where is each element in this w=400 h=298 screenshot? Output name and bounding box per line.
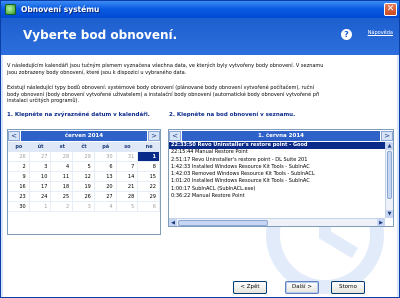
calendar-day[interactable]: 18 [51,182,74,192]
calendar-day[interactable]: 20 [94,182,117,192]
calendar-day-header: čt [73,142,95,152]
calendar-day[interactable]: 29 [138,192,160,202]
list-items: 22:33:50 Revo Uninstaller's restore poin… [169,142,385,218]
step1-label: 1. Klepněte na zvýrazněné datum v kalend… [7,112,150,118]
scroll-thumb[interactable] [387,151,392,199]
restore-point-item[interactable]: 0:36:22 Manual Restore Point [169,193,385,200]
calendar-day-header: st [51,142,74,152]
calendar-day[interactable]: 21 [116,182,139,192]
system-restore-window: Obnovení systému ✕ Vyberte bod obnovení.… [0,0,400,298]
restore-point-list: < 1. června 2014 > 22:33:50 Revo Uninsta… [168,129,394,227]
calendar-day[interactable]: 14 [116,172,139,182]
calendar-day[interactable]: 2 [51,202,74,212]
list-next-button[interactable]: > [381,131,393,141]
calendar-day[interactable]: 28 [51,152,74,162]
restore-point-item[interactable]: 22:33:50 Revo Uninstaller's restore poin… [169,142,385,150]
restore-point-item[interactable]: 1:42:03 Removed Windows Resource Kit Too… [169,171,385,178]
cancel-button[interactable]: Storno [331,281,365,294]
calendar-day[interactable]: 30 [94,152,117,162]
calendar-day-header: so [116,142,139,152]
calendar-day[interactable]: 11 [51,172,74,182]
calendar-header: < červen 2014 > [8,130,160,142]
calendar-day[interactable]: 9 [8,172,30,182]
page-title: Vyberte bod obnovení. [23,28,178,42]
hscroll-thumb[interactable] [178,220,268,226]
calendar-day-header: po [8,142,30,152]
calendar-day[interactable]: 7 [116,162,139,172]
restore-point-item[interactable]: 22:15:44 Manual Restore Point [169,149,385,156]
calendar-month-label: červen 2014 [21,131,147,141]
help-link[interactable]: Nápověda [368,30,393,36]
calendar-day[interactable]: 26 [8,152,30,162]
calendar-day[interactable]: 3 [73,202,95,212]
calendar-day[interactable]: 15 [138,172,160,182]
calendar-next-button[interactable]: > [148,131,160,141]
calendar-day[interactable]: 25 [51,192,74,202]
window-title: Obnovení systému [21,5,100,14]
restore-point-item[interactable]: 1:42:33 Installed Windows Resource Kit T… [169,164,385,171]
calendar-day[interactable]: 29 [73,152,95,162]
calendar-day[interactable]: 28 [116,192,139,202]
calendar-day-header: út [29,142,52,152]
calendar-prev-button[interactable]: < [8,131,20,141]
calendar-day[interactable]: 22 [138,182,160,192]
scroll-right-icon[interactable]: ▶ [377,219,385,226]
list-header: < 1. června 2014 > [169,130,393,142]
calendar-day[interactable]: 27 [94,192,117,202]
calendar-day[interactable]: 5 [73,162,95,172]
scroll-up-icon[interactable]: ▲ [386,142,393,150]
calendar-day[interactable]: 1 [29,202,52,212]
header-banner: Vyberte bod obnovení. ? Nápověda [1,18,399,55]
system-restore-icon [5,4,16,15]
help-icon[interactable]: ? [341,29,352,40]
intro-paragraph-2: Existují následující typy bodů obnovení:… [7,85,320,105]
restore-point-item[interactable]: 1:00:17 SubInACL (SubInACL.exe) [169,186,385,193]
scroll-down-icon[interactable]: ▼ [386,210,393,218]
calendar-day[interactable]: 30 [8,202,30,212]
back-button[interactable]: < Zpět [233,281,267,294]
title-bar[interactable]: Obnovení systému ✕ [1,1,399,18]
scroll-left-icon[interactable]: ◀ [169,219,177,226]
horizontal-scrollbar[interactable]: ◀ ▶ [169,218,385,226]
calendar-day[interactable]: 4 [94,202,117,212]
main-content: V následujícím kalendáři jsou tučným pís… [3,55,397,297]
restore-point-item[interactable]: 2:51:17 Revo Uninstaller's restore point… [169,157,385,164]
calendar-day[interactable]: 16 [8,182,30,192]
calendar-day[interactable]: 12 [73,172,95,182]
next-button[interactable]: Další > [285,281,319,294]
calendar-day[interactable]: 27 [29,152,52,162]
calendar-day[interactable]: 4 [51,162,74,172]
calendar-day[interactable]: 10 [29,172,52,182]
calendar-day[interactable]: 5 [116,202,139,212]
calendar-day[interactable]: 17 [29,182,52,192]
calendar-day-header: ne [138,142,160,152]
intro-paragraph-1: V následujícím kalendáři jsou tučným pís… [7,63,324,76]
calendar-day[interactable]: 13 [94,172,117,182]
calendar-day-header: pá [94,142,117,152]
close-button[interactable]: ✕ [384,3,397,16]
calendar-day[interactable]: 19 [73,182,95,192]
calendar-day[interactable]: 3 [29,162,52,172]
restore-calendar: < červen 2014 > po út st čt pá so ne 26 27 28 29 30… [7,129,161,235]
calendar-day[interactable]: 23 [8,192,30,202]
calendar-grid: po út st čt pá so ne 26 27 28 29 30 31 1 2 3 4 5 6 7 8 9 10 11 1… [8,142,160,212]
calendar-day[interactable]: 8 [138,162,160,172]
list-prev-button[interactable]: < [169,131,181,141]
restore-point-item[interactable]: 1:01:20 Installed Windows Resource Kit T… [169,178,385,185]
calendar-day[interactable]: 2 [8,162,30,172]
calendar-day[interactable]: 1 [138,152,160,162]
calendar-day[interactable]: 6 [94,162,117,172]
calendar-day[interactable]: 26 [73,192,95,202]
vertical-scrollbar[interactable]: ▲ ▼ [385,142,393,218]
calendar-day[interactable]: 31 [116,152,139,162]
calendar-day[interactable]: 24 [29,192,52,202]
list-date-label: 1. června 2014 [182,131,380,141]
calendar-day[interactable]: 6 [138,202,160,212]
step2-label: 2. Klepněte na bod obnovení v seznamu. [169,112,296,118]
